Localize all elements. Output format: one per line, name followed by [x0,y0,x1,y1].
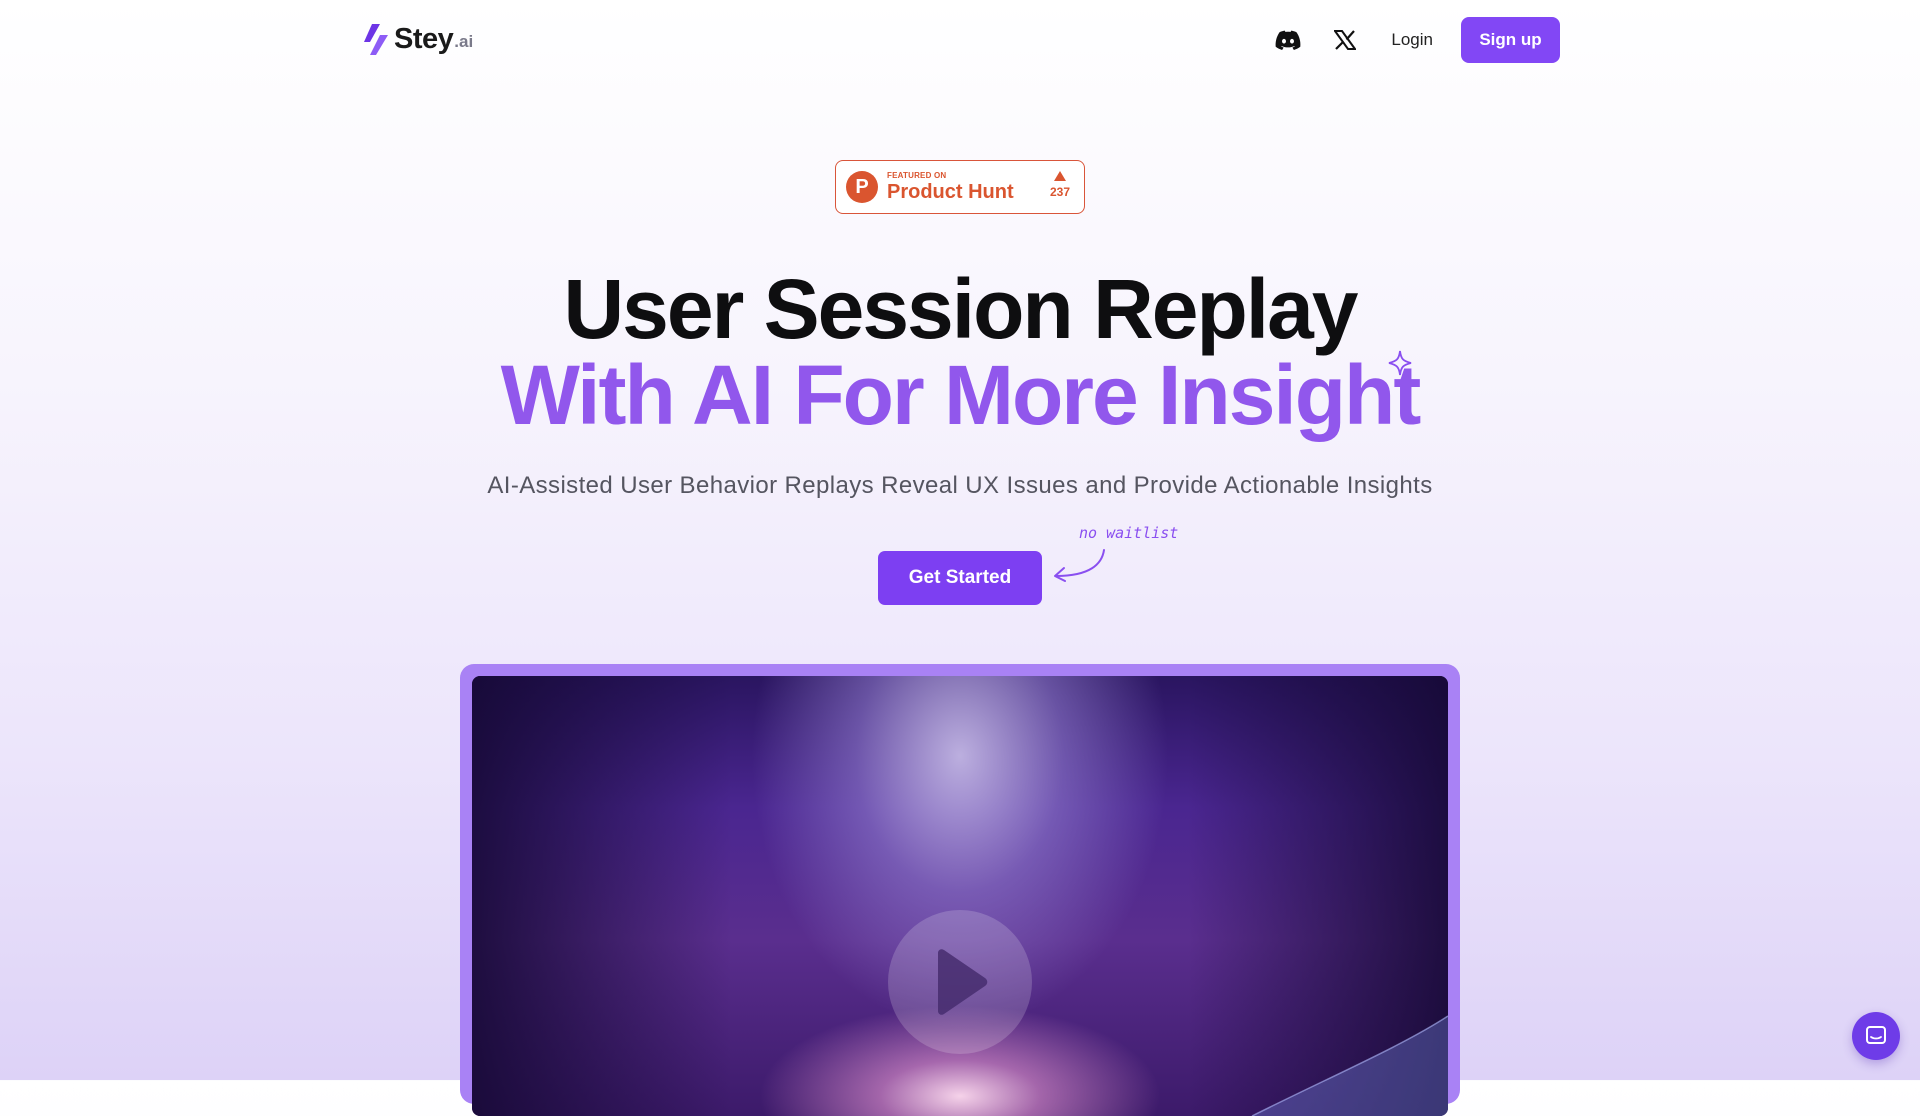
logo-mark-icon [362,22,390,56]
hero-title-line2: With AI For More Insight [500,348,1422,442]
discord-icon[interactable] [1273,25,1303,55]
product-hunt-badge[interactable]: P FEATURED ON Product Hunt 237 [835,160,1085,214]
product-hunt-vote-count: 237 [1049,185,1070,199]
nav-actions: Login Sign up [1273,17,1560,63]
demo-video-frame [460,664,1460,1116]
signup-button[interactable]: Sign up [1461,17,1560,63]
hero-title-line1: User Session Replay [563,262,1358,356]
play-button[interactable] [888,910,1032,1054]
play-icon [938,949,988,1015]
product-hunt-featured-label: FEATURED ON [887,171,947,180]
brand-name: Stey [394,23,454,55]
product-hunt-logo-icon: P [846,171,878,203]
sparkle-icon [1388,350,1412,381]
brand-suffix: .ai [454,32,474,51]
login-link[interactable]: Login [1391,30,1433,50]
hero-subtitle: AI-Assisted User Behavior Replays Reveal… [487,472,1433,499]
curved-arrow-icon [1050,546,1110,589]
top-nav: Stey .ai Login Sign up [0,0,1920,80]
product-hunt-texts: FEATURED ON Product Hunt [887,171,1014,203]
x-twitter-icon[interactable] [1330,25,1360,55]
product-hunt-name: Product Hunt [887,181,1014,203]
upvote-arrow-icon [1053,171,1066,181]
no-waitlist-note: no waitlist [1079,524,1179,542]
chat-icon [1866,1026,1886,1044]
chat-support-button[interactable] [1852,1012,1900,1060]
product-hunt-votes: 237 [1050,171,1070,199]
demo-video[interactable] [472,676,1448,1116]
get-started-button[interactable]: Get Started [878,551,1042,605]
brand-logo[interactable]: Stey .ai [362,22,473,56]
